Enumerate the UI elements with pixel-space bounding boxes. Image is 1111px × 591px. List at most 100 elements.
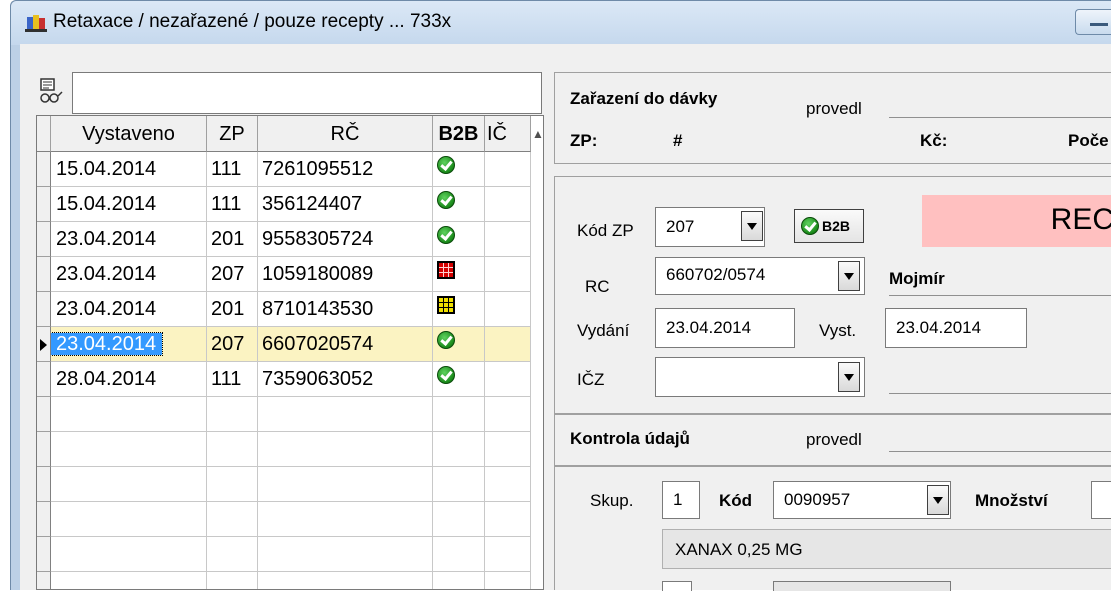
row-indicator[interactable] — [37, 327, 51, 362]
cell-zp[interactable]: 201 — [207, 292, 258, 327]
zarazeni-section: Zařazení do dávky provedl ZP: # Kč: Poče — [554, 72, 1111, 164]
cell-ic[interactable] — [485, 327, 531, 362]
cell-b2b[interactable] — [433, 257, 485, 292]
prescription-form-section: Kód ZP 207 B2B REC RC 660702/0574 Mojmír… — [554, 176, 1111, 414]
row-indicator-header — [37, 116, 51, 152]
cell-ic[interactable] — [485, 152, 531, 187]
icz-dropdown-button[interactable] — [838, 362, 860, 392]
cell-zp[interactable]: 207 — [207, 327, 258, 362]
skup-input[interactable]: 1 — [662, 481, 700, 519]
kod-dropdown-button[interactable] — [927, 485, 949, 515]
column-header-rc[interactable]: RČ — [258, 116, 433, 152]
row-indicator[interactable] — [37, 152, 51, 187]
cell-ic[interactable] — [485, 292, 531, 327]
scroll-up-arrow[interactable]: ▲ — [531, 116, 543, 152]
cell-date[interactable]: 23.04.2014 — [51, 257, 207, 292]
column-header-b2b[interactable]: B2B — [433, 116, 485, 152]
row-indicator[interactable] — [37, 257, 51, 292]
vydani-input[interactable]: 23.04.2014 — [655, 308, 795, 348]
column-header-vystaveno[interactable]: Vystaveno — [51, 116, 207, 152]
cell-rc[interactable]: 9558305724 — [258, 222, 433, 257]
cell-rc[interactable]: 8710143530 — [258, 292, 433, 327]
rc-select[interactable]: 660702/0574 — [655, 257, 865, 295]
kod-label: Kód — [719, 491, 753, 510]
cell-zp[interactable]: 111 — [207, 187, 258, 222]
b2b-ok-icon — [437, 366, 455, 384]
cell-zp[interactable]: 111 — [207, 362, 258, 397]
cell-zp-text: 111 — [211, 193, 242, 215]
mnozstvi-input[interactable] — [1091, 481, 1111, 519]
title-bar: Retaxace / nezařazené / pouze recepty ..… — [11, 1, 1111, 45]
icz-select[interactable] — [655, 357, 865, 397]
cell-zp[interactable]: 207 — [207, 257, 258, 292]
cell-b2b[interactable] — [433, 327, 485, 362]
rc-dropdown-button[interactable] — [838, 261, 860, 291]
cell-ic[interactable] — [485, 257, 531, 292]
filter-search-icon[interactable] — [38, 78, 64, 106]
column-header-zp[interactable]: ZP — [207, 116, 258, 152]
kontrola-section: Kontrola údajů provedl — [554, 414, 1111, 466]
cell-zp[interactable]: 201 — [207, 222, 258, 257]
cell-date[interactable]: 23.04.2014 — [51, 222, 207, 257]
cell-date[interactable]: 23.04.2014 — [51, 327, 207, 362]
row-indicator[interactable] — [37, 187, 51, 222]
row-indicator[interactable] — [37, 432, 51, 467]
hash-label: # — [673, 131, 683, 150]
row-indicator[interactable] — [37, 362, 51, 397]
kod-zp-dropdown-button[interactable] — [741, 211, 763, 241]
cell-date-text: 15.04.2014 — [56, 193, 157, 215]
cell-rc — [258, 467, 433, 502]
cell-rc[interactable]: 1059180089 — [258, 257, 433, 292]
cell-zp — [207, 502, 258, 537]
column-header-ic[interactable]: IČ — [485, 116, 531, 152]
vydani-label: Vydání — [577, 321, 630, 340]
zarazeni-heading: Zařazení do dávky — [570, 89, 718, 108]
cell-b2b[interactable] — [433, 362, 485, 397]
cell-date[interactable]: 28.04.2014 — [51, 362, 207, 397]
app-icon — [25, 15, 47, 32]
kod-zp-label: Kód ZP — [577, 221, 634, 240]
cell-ic — [485, 537, 531, 572]
cell-ic[interactable] — [485, 362, 531, 397]
row-indicator[interactable] — [37, 222, 51, 257]
mnozstvi-label: Množství — [975, 491, 1048, 510]
cell-date — [51, 502, 207, 537]
b2b-warning-icon — [437, 296, 455, 314]
cell-ic[interactable] — [485, 222, 531, 257]
cell-zp[interactable]: 111 — [207, 152, 258, 187]
row-indicator[interactable] — [37, 537, 51, 572]
cell-date — [51, 572, 207, 589]
cell-ic — [485, 432, 531, 467]
cell-b2b — [433, 502, 485, 537]
cell-rc[interactable]: 7359063052 — [258, 362, 433, 397]
cell-date[interactable]: 23.04.2014 — [51, 292, 207, 327]
cell-b2b[interactable] — [433, 292, 485, 327]
row-indicator[interactable] — [37, 572, 51, 589]
cell-ic[interactable] — [485, 187, 531, 222]
row-indicator[interactable] — [37, 397, 51, 432]
row-indicator[interactable] — [37, 467, 51, 502]
cell-date[interactable]: 15.04.2014 — [51, 152, 207, 187]
kod-select[interactable]: 0090957 — [773, 481, 951, 519]
b2b-button[interactable]: B2B — [794, 209, 864, 243]
cell-date-text: 23.04.2014 — [56, 298, 157, 320]
patient-name: Mojmír — [889, 269, 945, 288]
cell-date[interactable]: 15.04.2014 — [51, 187, 207, 222]
cell-rc[interactable]: 356124407 — [258, 187, 433, 222]
current-row-arrow-icon — [40, 339, 47, 351]
cell-rc[interactable]: 6607020574 — [258, 327, 433, 362]
search-input[interactable] — [72, 72, 542, 114]
minimize-button[interactable] — [1075, 9, 1111, 35]
cell-rc[interactable]: 7261095512 — [258, 152, 433, 187]
cell-zp — [207, 397, 258, 432]
cell-zp — [207, 572, 258, 589]
zp-label: ZP: — [570, 131, 598, 150]
row-indicator[interactable] — [37, 502, 51, 537]
vyst-input[interactable]: 23.04.2014 — [885, 308, 1027, 348]
item-section: Skup. 1 Kód 0090957 Množství XANAX 0,25 … — [554, 466, 1111, 591]
row-indicator[interactable] — [37, 292, 51, 327]
cell-b2b[interactable] — [433, 152, 485, 187]
cell-b2b[interactable] — [433, 222, 485, 257]
cell-b2b[interactable] — [433, 187, 485, 222]
status-banner: REC — [922, 195, 1111, 247]
